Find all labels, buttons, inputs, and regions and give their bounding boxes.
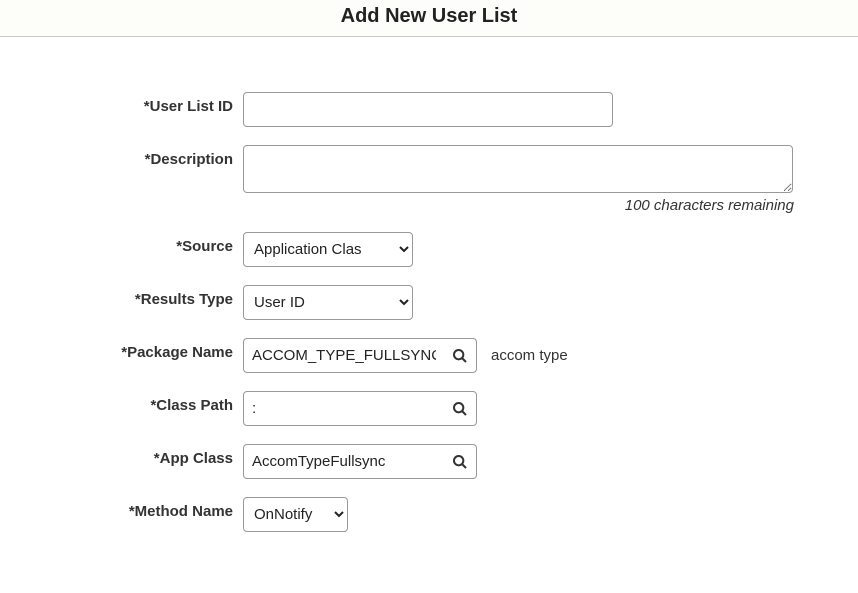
- row-class-path: *Class Path: [30, 391, 828, 426]
- class-path-input[interactable]: [244, 392, 444, 425]
- class-path-lookup-button[interactable]: [444, 401, 476, 417]
- app-class-lookup: [243, 444, 477, 479]
- label-results-type: *Results Type: [30, 285, 243, 308]
- row-results-type: *Results Type User ID: [30, 285, 828, 320]
- label-package-name: *Package Name: [30, 338, 243, 361]
- package-name-desc: accom type: [491, 347, 568, 364]
- class-path-lookup: [243, 391, 477, 426]
- description-textarea[interactable]: [243, 145, 793, 193]
- label-app-class: *App Class: [30, 444, 243, 467]
- label-source: *Source: [30, 232, 243, 255]
- search-icon: [452, 348, 468, 364]
- label-user-list-id: *User List ID: [30, 92, 243, 115]
- app-class-lookup-button[interactable]: [444, 454, 476, 470]
- row-user-list-id: *User List ID: [30, 92, 828, 127]
- search-icon: [452, 454, 468, 470]
- package-name-lookup-button[interactable]: [444, 348, 476, 364]
- row-source: *Source Application Clas: [30, 232, 828, 267]
- form: *User List ID *Description 100 character…: [0, 37, 858, 570]
- package-name-input[interactable]: [244, 339, 444, 372]
- search-icon: [452, 401, 468, 417]
- method-name-select[interactable]: OnNotify: [243, 497, 348, 532]
- user-list-id-input[interactable]: [243, 92, 613, 127]
- row-app-class: *App Class: [30, 444, 828, 479]
- page-title: Add New User List: [0, 5, 858, 28]
- row-method-name: *Method Name OnNotify: [30, 497, 828, 532]
- description-hint: 100 characters remaining: [243, 197, 794, 214]
- package-name-lookup: [243, 338, 477, 373]
- label-method-name: *Method Name: [30, 497, 243, 520]
- row-package-name: *Package Name accom type: [30, 338, 828, 373]
- label-class-path: *Class Path: [30, 391, 243, 414]
- results-type-select[interactable]: User ID: [243, 285, 413, 320]
- row-description: *Description 100 characters remaining: [30, 145, 828, 214]
- source-select[interactable]: Application Clas: [243, 232, 413, 267]
- label-description: *Description: [30, 145, 243, 168]
- app-class-input[interactable]: [244, 445, 444, 478]
- page-header: Add New User List: [0, 0, 858, 37]
